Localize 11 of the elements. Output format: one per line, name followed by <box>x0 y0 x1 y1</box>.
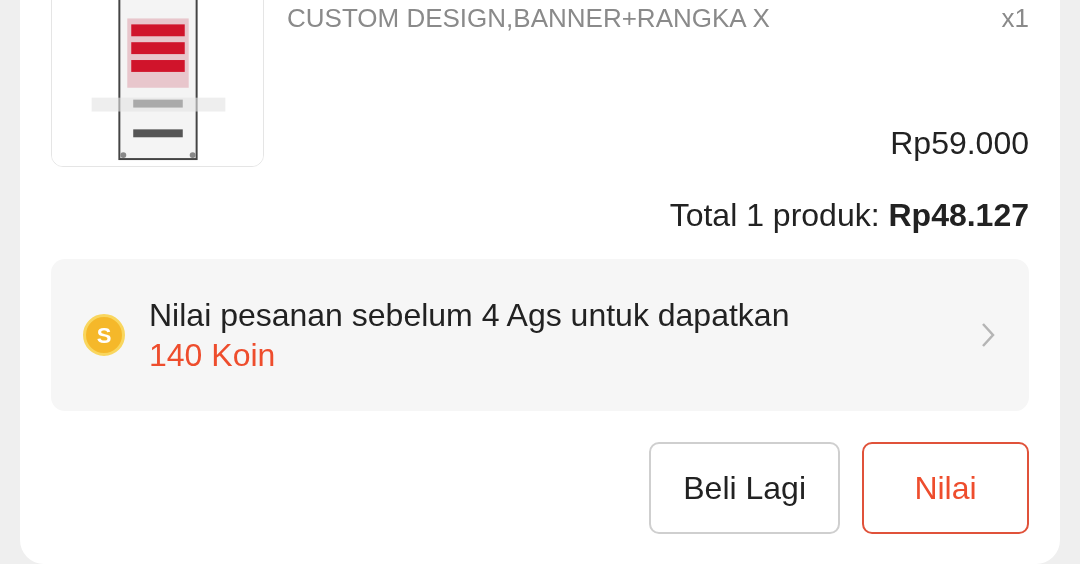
buy-again-button[interactable]: Beli Lagi <box>649 442 840 534</box>
product-price: Rp59.000 <box>890 124 1029 163</box>
rate-button[interactable]: Nilai <box>862 442 1029 534</box>
chevron-right-icon <box>981 322 995 348</box>
product-name: CUSTOM DESIGN,BANNER+RANGKA X <box>287 2 770 34</box>
order-total: Total 1 produk: Rp48.127 <box>669 196 1029 235</box>
coin-offer-text: Nilai pesanan sebelum 4 Ags untuk dapatkan <box>149 296 791 335</box>
coin-icon: S <box>83 314 125 356</box>
coin-reward: 140 Koin <box>149 336 277 375</box>
quantity: x1 <box>1001 2 1029 34</box>
coin-offer-panel[interactable]: S Nilai pesanan sebelum 4 Ags untuk dapatkan 140 Koin <box>51 259 1029 411</box>
